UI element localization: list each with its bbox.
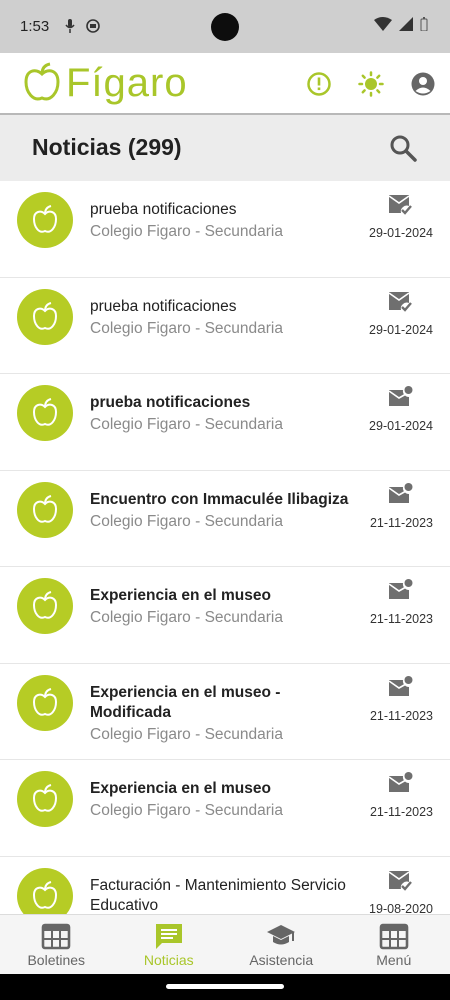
nav-tab-2[interactable]: Noticias xyxy=(113,915,226,974)
app-header: Fígaro xyxy=(0,53,450,115)
mail-unread-icon xyxy=(388,482,413,503)
bottom-nav: Boletines Noticias Asistencia Menú xyxy=(0,914,450,974)
news-subtitle: Colegio Figaro - Secundaria xyxy=(90,319,283,337)
nav-tab-label: Asistencia xyxy=(249,952,314,968)
status-time: 1:53 xyxy=(20,18,50,35)
news-avatar xyxy=(17,385,73,441)
news-title: Encuentro con Immaculée Ilibagiza xyxy=(90,490,349,508)
page-title: Noticias (299) xyxy=(32,134,182,160)
mail-read-icon xyxy=(388,870,412,891)
news-item[interactable]: prueba notificaciones Colegio Figaro - Se… xyxy=(0,277,450,374)
news-title: Experiencia en el museo - Modificada xyxy=(90,683,281,721)
news-text: prueba notificaciones Colegio Figaro - Se… xyxy=(90,393,352,435)
gesture-bar[interactable] xyxy=(166,984,284,989)
news-list[interactable]: prueba notificaciones Colegio Figaro - Se… xyxy=(0,181,450,914)
account-icon[interactable] xyxy=(410,71,436,97)
apple-icon xyxy=(32,494,58,523)
news-subtitle: Colegio Figaro - Secundaria xyxy=(90,802,283,819)
mic-icon xyxy=(65,19,75,33)
brightness-icon[interactable] xyxy=(358,71,384,97)
title-bar: Noticias (299) xyxy=(0,115,450,181)
signal-icon xyxy=(399,17,413,31)
mail-unread-icon xyxy=(388,772,413,792)
news-date: 29-01-2024 xyxy=(369,226,433,240)
apple-icon xyxy=(32,687,58,716)
news-text: prueba notificaciones Colegio Figaro - Se… xyxy=(90,200,352,242)
news-avatar xyxy=(17,771,73,827)
news-text: Facturación - Mantenimiento Servicio Edu… xyxy=(90,876,352,915)
wifi-icon xyxy=(374,17,392,31)
news-item[interactable]: Experiencia en el museo Colegio Figaro - … xyxy=(0,760,450,857)
news-date: 21-11-2023 xyxy=(369,805,433,819)
nav-tab-4[interactable]: Menú xyxy=(338,915,450,974)
news-item[interactable]: prueba notificaciones Colegio Figaro - Se… xyxy=(0,181,450,278)
logo-text: Fígaro xyxy=(66,61,188,105)
news-item[interactable]: Experiencia en el museo - Modificada Cole… xyxy=(0,663,450,760)
news-avatar xyxy=(17,192,73,248)
news-subtitle: Colegio Figaro - Secundaria xyxy=(90,223,283,240)
news-text: Encuentro con Immaculée Ilibagiza Colegio… xyxy=(90,490,352,532)
news-item[interactable]: prueba notificaciones Colegio Figaro - Se… xyxy=(0,374,450,471)
news-text: Experiencia en el museo - Modificada Cole… xyxy=(90,683,352,745)
mail-read-icon xyxy=(388,195,412,215)
apple-icon xyxy=(32,205,58,233)
news-title: prueba notificaciones xyxy=(90,394,251,411)
status-left-icons xyxy=(64,19,100,33)
apple-icon xyxy=(32,301,58,330)
news-avatar xyxy=(17,674,73,731)
search-icon[interactable] xyxy=(388,133,418,163)
news-item[interactable]: Encuentro con Immaculée Ilibagiza Colegio… xyxy=(0,470,450,567)
news-date: 29-01-2024 xyxy=(369,322,433,337)
mail-unread-icon xyxy=(388,386,413,406)
news-avatar xyxy=(17,867,73,914)
news-date: 19-08-2020 xyxy=(369,901,433,915)
battery-icon xyxy=(420,17,428,31)
apple-icon xyxy=(32,784,58,812)
calendar-table-icon xyxy=(379,923,409,950)
apple-icon xyxy=(32,880,58,909)
nav-tab-label: Noticias xyxy=(143,952,194,968)
news-date: 29-01-2024 xyxy=(369,419,433,433)
alert-circle-icon[interactable] xyxy=(306,71,332,97)
nav-tab-label: Boletines xyxy=(27,952,86,968)
mail-unread-icon xyxy=(388,579,413,599)
news-avatar xyxy=(17,288,73,345)
news-date: 21-11-2023 xyxy=(369,708,433,723)
news-text: prueba notificaciones Colegio Figaro - Se… xyxy=(90,297,352,339)
apple-icon xyxy=(32,591,58,619)
news-title: prueba notificaciones xyxy=(90,297,237,315)
news-avatar xyxy=(17,578,73,634)
news-title: Facturación - Mantenimiento Servicio Edu… xyxy=(90,876,346,914)
news-item[interactable]: Facturación - Mantenimiento Servicio Edu… xyxy=(0,856,450,915)
nav-tab-3[interactable]: Asistencia xyxy=(225,915,338,974)
nav-tab-label: Menú xyxy=(376,952,412,968)
app-logo: Fígaro xyxy=(24,59,188,107)
news-text: Experiencia en el museo Colegio Figaro - … xyxy=(90,779,352,821)
apple-logo-icon xyxy=(24,62,60,101)
mail-read-icon xyxy=(388,291,412,312)
news-title: Experiencia en el museo xyxy=(90,587,271,604)
news-avatar xyxy=(17,481,73,538)
news-subtitle: Colegio Figaro - Secundaria xyxy=(90,512,283,530)
news-subtitle: Colegio Figaro - Secundaria xyxy=(90,416,283,433)
news-date: 21-11-2023 xyxy=(369,515,433,530)
nav-tab-1[interactable]: Boletines xyxy=(0,915,113,974)
status-right-icons xyxy=(374,17,428,31)
news-subtitle: Colegio Figaro - Secundaria xyxy=(90,609,283,626)
camera-cutout xyxy=(211,13,239,41)
news-subtitle: Colegio Figaro - Secundaria xyxy=(90,725,283,743)
graduation-cap-icon xyxy=(267,925,296,945)
news-date: 21-11-2023 xyxy=(369,612,433,626)
news-title: prueba notificaciones xyxy=(90,201,237,218)
status-bar: 1:53 xyxy=(0,0,450,53)
calendar-table-icon xyxy=(41,923,71,950)
news-title: Experiencia en el museo xyxy=(90,780,271,797)
gesture-area xyxy=(0,974,450,1000)
mail-unread-icon xyxy=(388,675,413,696)
message-icon xyxy=(155,924,182,949)
apple-icon xyxy=(32,398,58,426)
news-text: Experiencia en el museo Colegio Figaro - … xyxy=(90,586,352,628)
news-item[interactable]: Experiencia en el museo Colegio Figaro - … xyxy=(0,567,450,664)
face-icon xyxy=(86,19,100,33)
